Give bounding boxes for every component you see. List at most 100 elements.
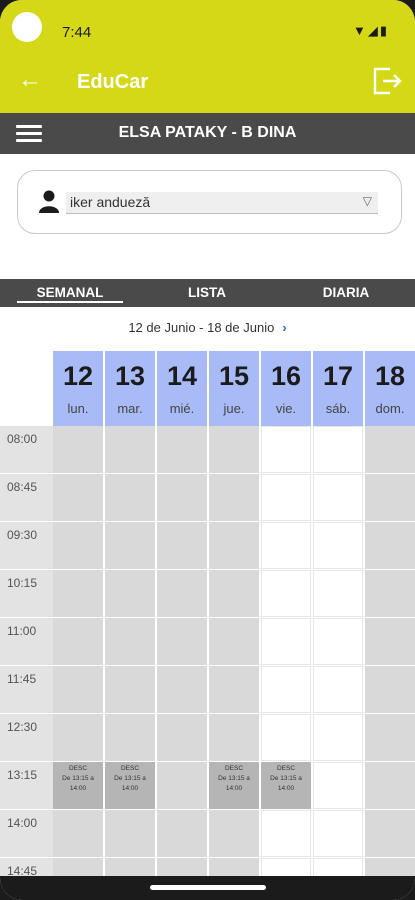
calendar-slot[interactable]	[261, 810, 311, 857]
week-navigator: 12 de Junio - 18 de Junio ›	[0, 320, 415, 335]
calendar-slot[interactable]	[209, 426, 259, 473]
calendar-slot[interactable]	[365, 714, 415, 761]
calendar-slot[interactable]	[261, 666, 311, 713]
calendar-slot[interactable]	[261, 522, 311, 569]
calendar-slot[interactable]	[365, 474, 415, 521]
calendar-slot[interactable]	[105, 810, 155, 857]
calendar-slot[interactable]	[261, 570, 311, 617]
calendar-slot[interactable]	[365, 570, 415, 617]
day-header-cell[interactable]: 17 sáb.	[313, 351, 364, 426]
calendar-slot[interactable]	[157, 474, 207, 521]
calendar-slot[interactable]	[157, 426, 207, 473]
calendar-slot[interactable]	[53, 570, 103, 617]
time-label: 08:00	[7, 432, 38, 446]
calendar-slot[interactable]	[313, 810, 363, 857]
time-label-cell: 14:45	[0, 858, 53, 876]
calendar-slot[interactable]	[365, 618, 415, 665]
calendar-slot[interactable]	[53, 522, 103, 569]
calendar-slot[interactable]	[209, 522, 259, 569]
calendar-slot[interactable]	[209, 570, 259, 617]
calendar-slot[interactable]	[313, 714, 363, 761]
calendar-slot[interactable]	[157, 762, 207, 809]
calendar-slot[interactable]	[313, 762, 363, 809]
calendar-slot[interactable]	[365, 762, 415, 809]
calendar-event[interactable]: DESC De 13:15 a 14:00	[105, 762, 155, 809]
calendar-event[interactable]: DESC De 13:15 a 14:00	[209, 762, 259, 809]
day-header-cell[interactable]: 15 jue.	[209, 351, 260, 426]
calendar-slot[interactable]	[261, 714, 311, 761]
calendar-slot[interactable]	[261, 618, 311, 665]
time-label: 12:30	[7, 720, 38, 734]
calendar-slot[interactable]	[209, 666, 259, 713]
calendar-slot[interactable]	[105, 666, 155, 713]
calendar-slot[interactable]	[365, 810, 415, 857]
day-header-cell[interactable]: 14 mié.	[157, 351, 208, 426]
user-bar: ELSA PATAKY - B DINA	[0, 113, 415, 154]
calendar-slot[interactable]	[157, 714, 207, 761]
calendar-slot[interactable]	[105, 618, 155, 665]
calendar-slot[interactable]	[105, 522, 155, 569]
home-indicator[interactable]	[150, 885, 266, 890]
calendar-slot[interactable]	[105, 858, 155, 876]
calendar-slot[interactable]	[105, 474, 155, 521]
calendar-slot[interactable]	[157, 666, 207, 713]
calendar-slot[interactable]	[209, 474, 259, 521]
day-header-cell[interactable]: 16 vie.	[261, 351, 312, 426]
day-header-cell[interactable]: 13 mar.	[105, 351, 156, 426]
calendar-slot[interactable]	[209, 618, 259, 665]
day-name: sáb.	[325, 401, 351, 416]
calendar-slot[interactable]	[365, 522, 415, 569]
calendar-slot[interactable]	[209, 714, 259, 761]
calendar-slot[interactable]	[261, 474, 311, 521]
day-name: vie.	[275, 401, 297, 416]
student-dropdown[interactable]: iker andueză ▽	[66, 192, 378, 214]
calendar-slot[interactable]	[53, 618, 103, 665]
student-selector: iker andueză ▽	[17, 170, 402, 234]
calendar-slot[interactable]	[313, 474, 363, 521]
day-header-cell[interactable]: 12 lun.	[53, 351, 104, 426]
tab-semanal[interactable]: SEMANAL	[17, 285, 123, 300]
calendar-slot[interactable]	[365, 426, 415, 473]
calendar-slot[interactable]	[261, 426, 311, 473]
calendar-slot[interactable]	[261, 858, 311, 876]
calendar-slot[interactable]	[365, 666, 415, 713]
user-name: ELSA PATAKY - B DINA	[118, 124, 297, 141]
calendar-slot[interactable]	[53, 666, 103, 713]
calendar-slot[interactable]	[105, 570, 155, 617]
status-icons: ▼◢▮	[353, 23, 389, 39]
tab-lista[interactable]: LISTA	[157, 285, 257, 300]
calendar-slot[interactable]	[313, 666, 363, 713]
calendar-slot[interactable]	[105, 714, 155, 761]
event-title: DESC	[276, 765, 296, 772]
tab-diaria[interactable]: DIARIA	[296, 285, 396, 300]
chevron-right-icon[interactable]: ›	[282, 320, 286, 335]
day-header-cell[interactable]: 18 dom.	[365, 351, 415, 426]
calendar-slot[interactable]	[313, 858, 363, 876]
calendar-slot[interactable]	[105, 426, 155, 473]
calendar-slot[interactable]	[313, 618, 363, 665]
event-time: 14:00	[277, 785, 295, 792]
calendar-slot[interactable]	[209, 858, 259, 876]
calendar-slot[interactable]	[313, 570, 363, 617]
calendar-event[interactable]: DESC De 13:15 a 14:00	[261, 762, 311, 809]
calendar-slot[interactable]	[53, 474, 103, 521]
calendar-slot[interactable]	[313, 426, 363, 473]
calendar-slot[interactable]	[157, 858, 207, 876]
calendar-slot[interactable]	[365, 858, 415, 876]
time-label-cell: 13:15	[0, 762, 53, 810]
calendar-grid: 08:00 08:45 09:30 10:15 11:00 11:45 12:30 13:15…	[0, 426, 415, 876]
back-arrow-icon[interactable]: ←	[18, 66, 42, 94]
logout-icon[interactable]	[371, 65, 403, 97]
calendar-slot[interactable]	[157, 618, 207, 665]
calendar-slot[interactable]	[157, 570, 207, 617]
calendar-slot[interactable]	[53, 714, 103, 761]
calendar-slot[interactable]	[53, 858, 103, 876]
calendar-slot[interactable]	[53, 426, 103, 473]
calendar-slot[interactable]	[209, 810, 259, 857]
time-label: 08:45	[7, 480, 38, 494]
calendar-slot[interactable]	[313, 522, 363, 569]
calendar-slot[interactable]	[53, 810, 103, 857]
calendar-event[interactable]: DESC De 13:15 a 14:00	[53, 762, 103, 809]
calendar-slot[interactable]	[157, 810, 207, 857]
calendar-slot[interactable]	[157, 522, 207, 569]
